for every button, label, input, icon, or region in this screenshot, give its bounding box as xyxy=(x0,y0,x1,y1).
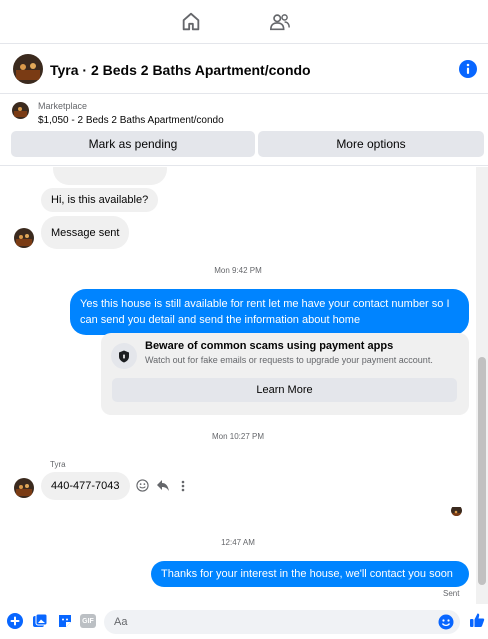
home-icon[interactable] xyxy=(180,11,202,33)
friends-icon[interactable] xyxy=(269,11,291,33)
sent-status: Sent xyxy=(443,589,460,598)
scam-warning-title: Beware of common scams using payment app… xyxy=(145,340,394,352)
learn-more-button[interactable]: Learn More xyxy=(112,378,457,402)
mark-as-pending-button[interactable]: Mark as pending xyxy=(11,131,255,157)
contact-avatar-small[interactable] xyxy=(14,228,34,248)
info-icon[interactable] xyxy=(459,60,477,78)
like-icon[interactable] xyxy=(469,612,485,628)
marketplace-bar: Marketplace $1,050 - 2 Beds 2 Baths Apar… xyxy=(0,94,488,166)
gif-icon[interactable]: GIF xyxy=(80,614,96,628)
listing-title[interactable]: $1,050 - 2 Beds 2 Baths Apartment/condo xyxy=(38,115,224,126)
more-actions-icon[interactable] xyxy=(180,479,186,493)
photo-icon[interactable] xyxy=(32,613,48,629)
listing-thumbnail[interactable] xyxy=(12,102,29,119)
message-available: Hi, is this available? xyxy=(41,188,159,212)
message-sent-note: Message sent xyxy=(41,216,130,249)
outgoing-message: Yes this house is still available for re… xyxy=(70,289,469,335)
sticker-icon[interactable] xyxy=(57,613,73,629)
reply-icon[interactable] xyxy=(156,479,170,492)
scam-warning-description: Watch out for fake emails or requests to… xyxy=(145,355,433,365)
scrollbar-thumb[interactable] xyxy=(478,357,486,585)
timestamp: Mon 10:27 PM xyxy=(211,432,265,441)
message-phone: 440-477-7043 xyxy=(41,472,130,500)
scam-warning-card: Beware of common scams using payment app… xyxy=(101,333,469,415)
message-bubble-partial xyxy=(53,167,167,185)
thread-scrollbar[interactable] xyxy=(476,167,488,604)
message-input[interactable]: Aa xyxy=(104,610,460,634)
react-emoji-icon[interactable] xyxy=(136,479,149,492)
shield-icon xyxy=(111,343,137,369)
message-thread: Hi, is this available? Message sent Mon … xyxy=(0,167,476,604)
add-icon[interactable] xyxy=(7,613,23,629)
conversation-header: Tyra · 2 Beds 2 Baths Apartment/condo xyxy=(0,45,488,94)
read-receipt-avatar xyxy=(451,505,462,516)
top-nav xyxy=(0,0,488,44)
marketplace-label: Marketplace xyxy=(38,101,88,111)
timestamp: Mon 9:42 PM xyxy=(214,266,262,275)
conversation-title[interactable]: Tyra · 2 Beds 2 Baths Apartment/condo xyxy=(50,62,311,78)
contact-avatar[interactable] xyxy=(13,54,43,84)
emoji-icon[interactable] xyxy=(438,614,454,630)
contact-avatar-small[interactable] xyxy=(14,478,34,498)
more-options-button[interactable]: More options xyxy=(258,131,484,157)
sender-name: Tyra xyxy=(50,460,66,469)
timestamp: 12:47 AM xyxy=(221,538,255,547)
composer: GIF Aa xyxy=(0,604,488,639)
outgoing-message: Thanks for your interest in the house, w… xyxy=(151,561,469,587)
